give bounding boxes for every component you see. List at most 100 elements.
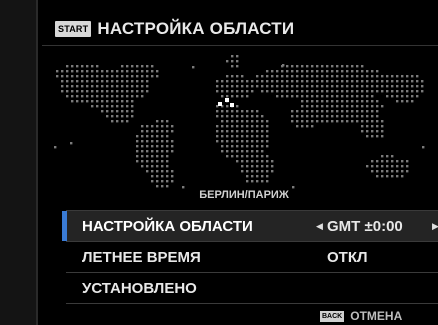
arrow-right-icon[interactable]: ▶ (432, 221, 438, 232)
map-dot (366, 135, 369, 138)
map-dot (121, 70, 124, 73)
map-dot (261, 170, 264, 173)
map-dot (386, 95, 389, 98)
map-dot (366, 105, 369, 108)
map-dot (261, 155, 264, 158)
map-dot (231, 80, 234, 83)
map-dot (336, 115, 339, 118)
map-dot (341, 85, 344, 88)
map-dot (231, 135, 234, 138)
map-dot (311, 105, 314, 108)
map-dot (261, 160, 264, 163)
map-dot (396, 95, 399, 98)
city-label-row: БЕРЛИН/ПАРИЖ (0, 189, 438, 201)
map-dot (131, 110, 134, 113)
map-dot (256, 150, 259, 153)
map-dot (141, 155, 144, 158)
map-dot (396, 175, 399, 178)
map-dot (116, 100, 119, 103)
map-dot (91, 85, 94, 88)
cancel-label[interactable]: ОТМЕНА (350, 309, 402, 323)
map-dot (121, 105, 124, 108)
map-dot (151, 65, 154, 68)
map-dot (96, 85, 99, 88)
map-dot (301, 90, 304, 93)
map-dot (381, 175, 384, 178)
menu-item-area-setting[interactable]: НАСТРОЙКА ОБЛАСТИ ◀ GMT ±0:00 ▶ (62, 210, 438, 242)
menu-item-set[interactable]: УСТАНОВЛЕНО (66, 273, 438, 304)
map-dot (131, 75, 134, 78)
map-dot (376, 125, 379, 128)
map-dot (391, 165, 394, 168)
map-dot (346, 120, 349, 123)
map-dot (361, 95, 364, 98)
menu-item-daylight-saving[interactable]: ЛЕТНЕЕ ВРЕМЯ ОТКЛ (66, 242, 438, 273)
map-dot (76, 80, 79, 83)
map-dot (266, 145, 269, 148)
map-dot (166, 170, 169, 173)
map-dot (256, 120, 259, 123)
map-dot (256, 180, 259, 183)
map-dot (236, 125, 239, 128)
map-dot (381, 155, 384, 158)
map-dot (81, 70, 84, 73)
map-dot (156, 125, 159, 128)
map-dot (66, 85, 69, 88)
map-dot (156, 150, 159, 153)
map-dot (151, 75, 154, 78)
map-dot (346, 110, 349, 113)
map-dot (61, 80, 64, 83)
map-dot (166, 135, 169, 138)
map-dot (381, 135, 384, 138)
map-dot (301, 120, 304, 123)
map-dot (261, 75, 264, 78)
map-dot (291, 70, 294, 73)
map-dot (221, 120, 224, 123)
map-dot (226, 110, 229, 113)
map-dot (116, 105, 119, 108)
map-dot (136, 90, 139, 93)
map-dot (71, 75, 74, 78)
map-dot (76, 95, 79, 98)
map-dot (286, 70, 289, 73)
map-dot (371, 85, 374, 88)
map-dot (151, 70, 154, 73)
map-dot (111, 100, 114, 103)
map-dot (356, 75, 359, 78)
map-dot (156, 160, 159, 163)
map-dot (326, 70, 329, 73)
map-dot (156, 70, 159, 73)
map-dot (101, 95, 104, 98)
map-dot (381, 160, 384, 163)
map-dot (146, 140, 149, 143)
map-dot (81, 100, 84, 103)
map-dot (291, 80, 294, 83)
map-dot (126, 115, 129, 118)
map-dot (311, 70, 314, 73)
map-dot (396, 100, 399, 103)
arrow-left-icon[interactable]: ◀ (316, 221, 323, 232)
map-dot (246, 95, 249, 98)
map-dot (371, 100, 374, 103)
map-dot (386, 175, 389, 178)
map-dot (356, 70, 359, 73)
map-dot (291, 90, 294, 93)
map-dot (401, 175, 404, 178)
map-dot (121, 65, 124, 68)
map-dot (111, 120, 114, 123)
map-dot (406, 90, 409, 93)
map-dot (346, 70, 349, 73)
map-dot (81, 65, 84, 68)
map-dot (301, 115, 304, 118)
map-dot (101, 75, 104, 78)
map-dot (71, 85, 74, 88)
map-dot (371, 130, 374, 133)
map-dot (136, 135, 139, 138)
map-dot (266, 135, 269, 138)
map-dot (221, 95, 224, 98)
map-dot (156, 165, 159, 168)
map-dot (76, 90, 79, 93)
map-dot (226, 90, 229, 93)
map-dot (256, 145, 259, 148)
map-dot (106, 110, 109, 113)
